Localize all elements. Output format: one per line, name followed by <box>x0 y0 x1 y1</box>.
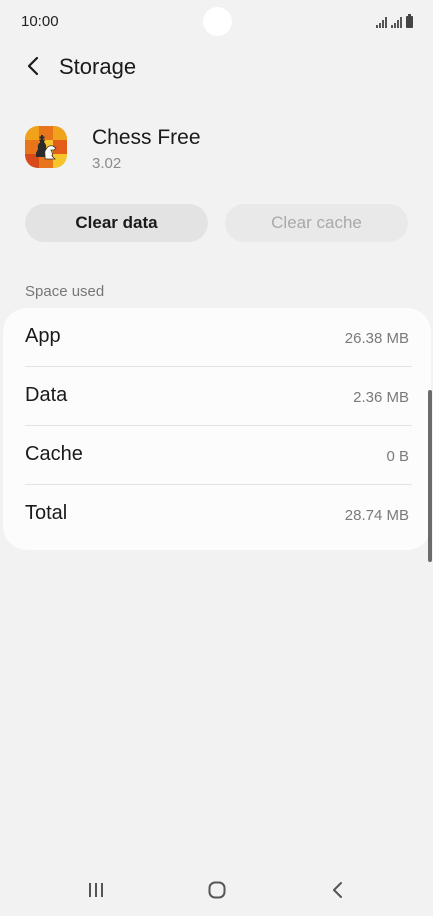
home-button[interactable] <box>199 876 235 904</box>
clear-data-button[interactable]: Clear data <box>25 204 208 242</box>
storage-row-app: App 26.38 MB <box>25 308 414 367</box>
row-value: 28.74 MB <box>344 507 409 524</box>
row-value: 2.36 MB <box>353 389 409 406</box>
page-title: Storage <box>59 54 137 79</box>
row-label: Total <box>25 502 68 524</box>
storage-row-cache: Cache 0 B <box>25 426 414 485</box>
scrollbar[interactable] <box>428 390 432 562</box>
space-used-label: Space used <box>25 283 105 300</box>
header: Storage <box>0 44 433 88</box>
row-label: App <box>25 325 61 347</box>
chevron-left-icon <box>27 56 39 76</box>
storage-row-total: Total 28.74 MB <box>25 485 414 544</box>
clear-cache-button[interactable]: Clear cache <box>225 204 408 242</box>
storage-screen: 10:00 Storage Chess Free 3.02 Clear data… <box>0 0 433 916</box>
camera-cutout <box>203 7 232 36</box>
row-label: Data <box>25 384 68 406</box>
status-time: 10:00 <box>21 13 59 30</box>
home-icon <box>208 881 226 899</box>
storage-row-data: Data 2.36 MB <box>25 367 414 426</box>
row-label: Cache <box>25 443 83 465</box>
recents-button[interactable] <box>78 876 114 904</box>
app-info: Chess Free 3.02 <box>25 124 405 174</box>
chess-app-icon <box>25 126 67 168</box>
back-nav-button[interactable] <box>320 876 356 904</box>
recents-icon <box>89 883 103 897</box>
signal-icon <box>391 16 402 28</box>
app-name: Chess Free <box>92 126 201 149</box>
back-icon <box>333 882 342 898</box>
signal-icon <box>376 16 387 28</box>
navigation-bar <box>0 866 433 916</box>
space-used-card: App 26.38 MB Data 2.36 MB Cache 0 B Tota… <box>3 308 431 550</box>
status-icons <box>376 14 413 28</box>
status-bar: 10:00 <box>0 0 433 44</box>
back-button[interactable] <box>18 50 50 82</box>
app-version: 3.02 <box>92 155 122 172</box>
battery-icon <box>406 14 413 28</box>
row-value: 0 B <box>386 448 409 465</box>
row-value: 26.38 MB <box>344 330 409 347</box>
